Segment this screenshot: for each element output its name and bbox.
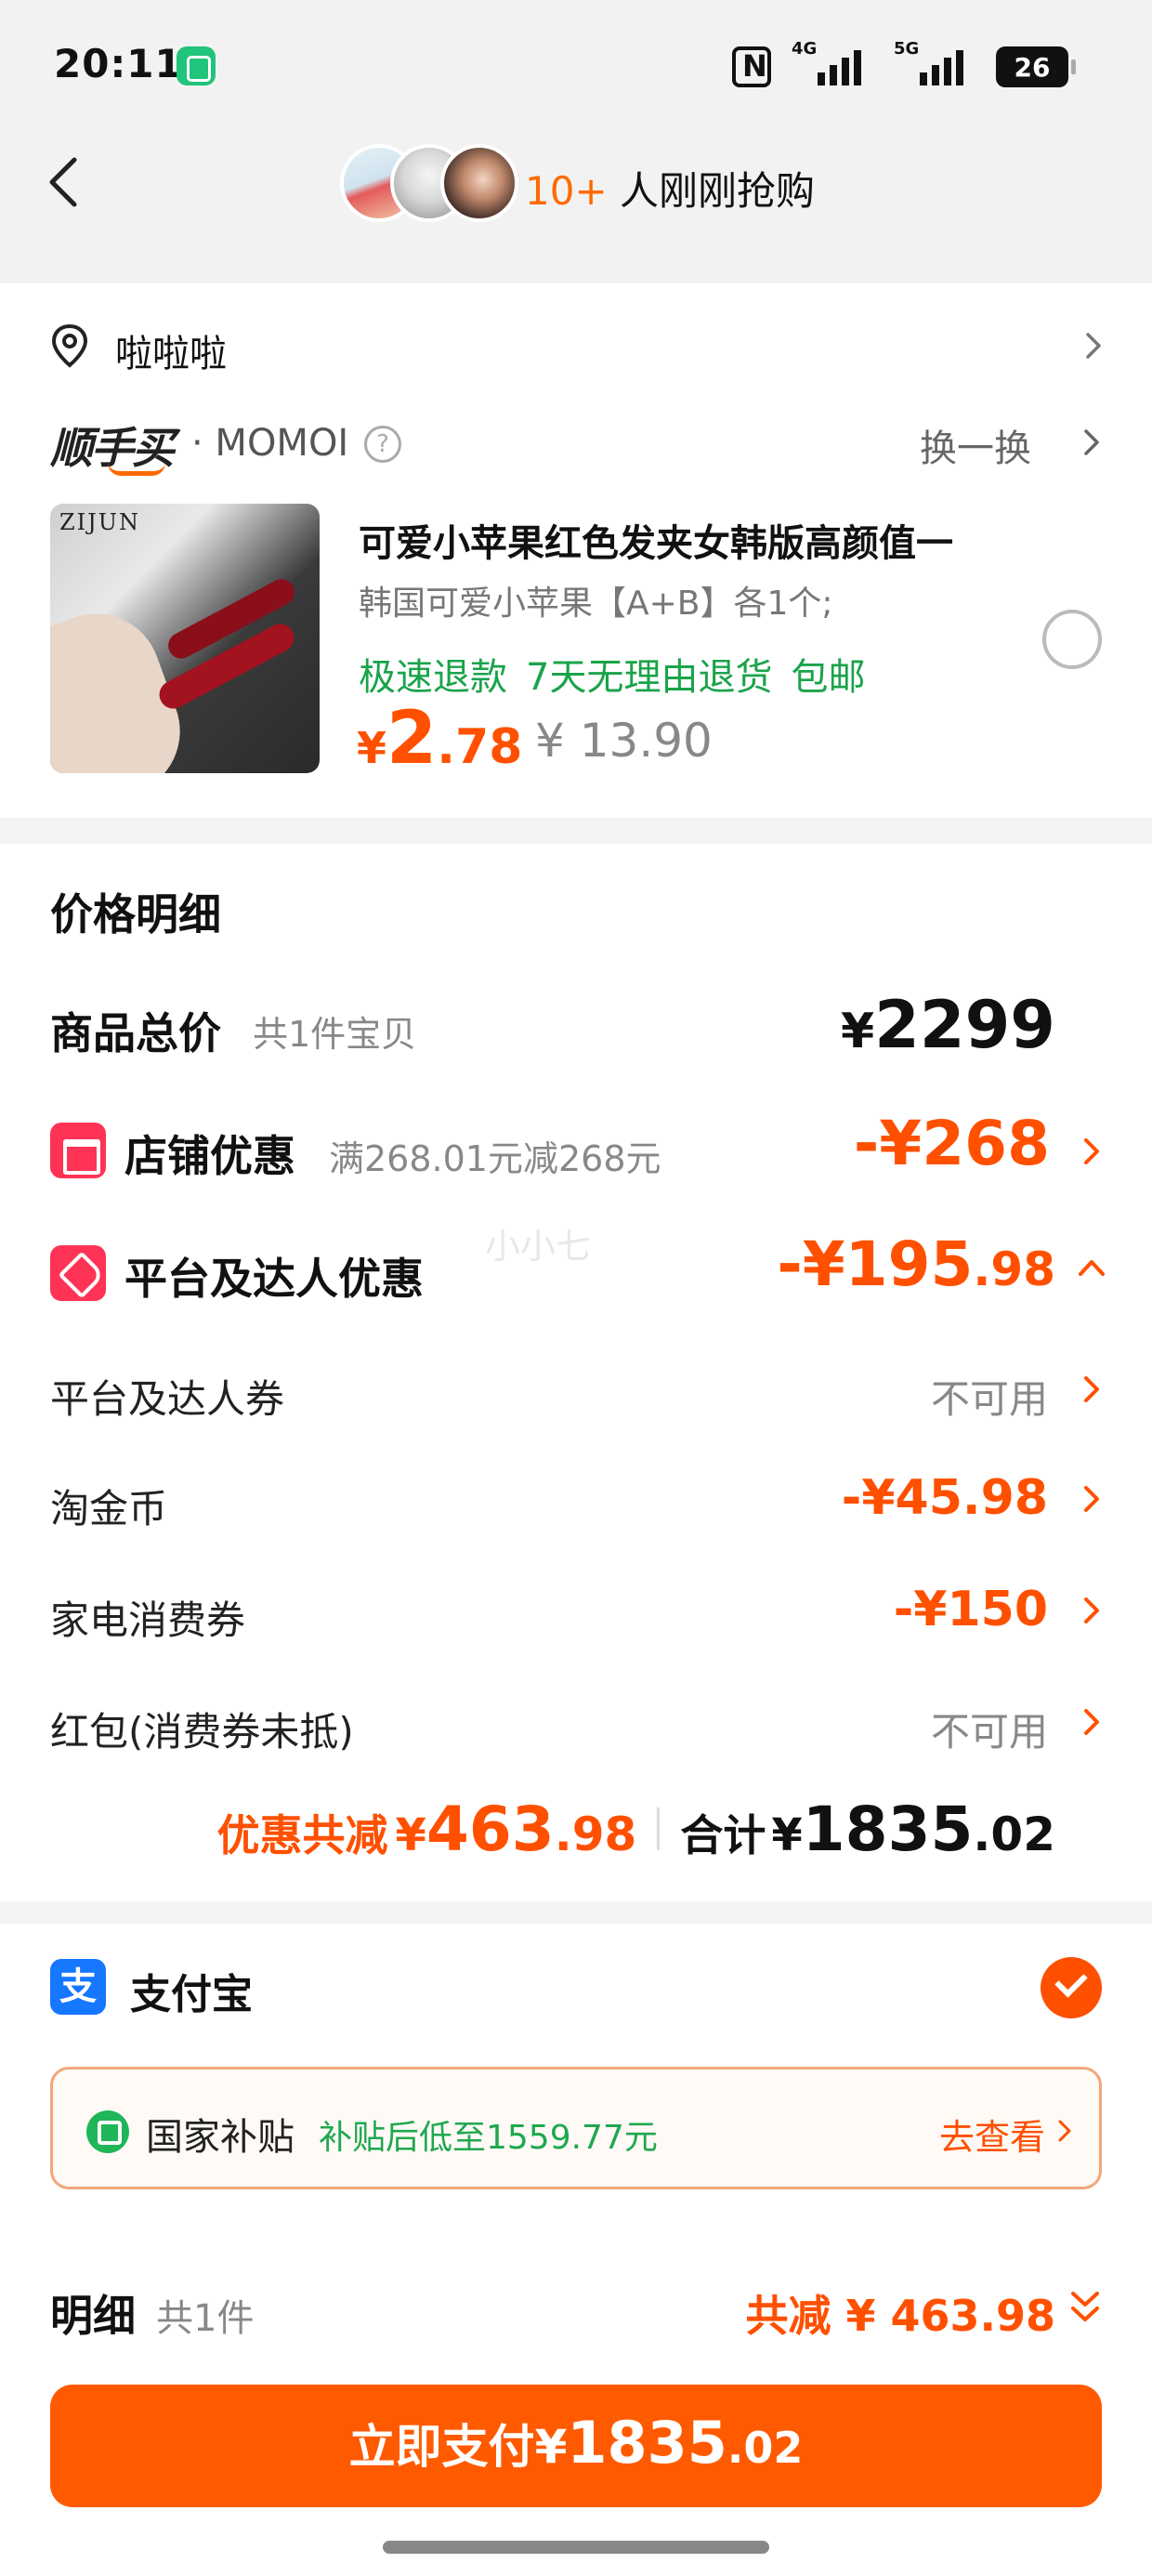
platform-discount-icon: [50, 1245, 106, 1301]
nfc-icon: [732, 46, 771, 87]
goods-total-sub: 共1件宝贝: [253, 1014, 417, 1055]
subsidy-view-link[interactable]: 去查看: [939, 2109, 1045, 2160]
product-price: ¥2.78: [357, 697, 523, 781]
network-label-4g: 4G: [792, 39, 818, 59]
platform-discount-label[interactable]: 平台及达人优惠: [124, 1245, 424, 1307]
subsidy-desc: 补贴后低至1559.77元: [319, 2119, 658, 2157]
shop-discount-chevron-icon[interactable]: [1081, 1136, 1102, 1167]
red-packet-chevron-icon[interactable]: [1081, 1706, 1102, 1738]
network-label-5g: 5G: [894, 39, 920, 59]
collapse-chevron-up-icon[interactable]: [1076, 1256, 1107, 1279]
product-image[interactable]: ZIJUN: [50, 504, 320, 773]
address-text[interactable]: 啦啦啦: [115, 323, 227, 377]
taojinbi-value[interactable]: -¥45.98: [842, 1470, 1048, 1526]
sum-label: 合计: [680, 1810, 766, 1860]
home-indicator[interactable]: [383, 2541, 769, 2554]
help-icon[interactable]: ?: [364, 426, 401, 463]
swap-chevron-icon[interactable]: [1081, 427, 1102, 457]
service-tag: 7天无理由退货: [526, 656, 773, 699]
pay-amount: 1835: [567, 2409, 727, 2477]
battery-icon: 26: [996, 46, 1076, 87]
appliance-coupon-value[interactable]: -¥150: [894, 1582, 1048, 1637]
shop-discount-label[interactable]: 店铺优惠: [124, 1123, 295, 1184]
location-pin-icon: [51, 323, 88, 368]
product-original-price: ¥ 13.90: [535, 714, 713, 768]
alipay-icon: 支: [50, 1959, 106, 2015]
signal-4g-icon: 4G: [792, 39, 873, 87]
subsidy-chevron-icon[interactable]: [1056, 2118, 1073, 2144]
discount-total-label: 优惠共减: [216, 1810, 388, 1860]
goods-total-label: 商品总价: [50, 1008, 221, 1058]
swap-button[interactable]: 换一换: [920, 418, 1031, 472]
recent-buyers-count: 10+: [525, 168, 608, 214]
address-chevron-icon[interactable]: [1083, 331, 1104, 361]
subsidy-icon: [86, 2110, 129, 2153]
taojinbi-label[interactable]: 淘金币: [50, 1478, 167, 1534]
pay-now-label: 立即支付: [348, 2420, 535, 2474]
platform-coupon-label[interactable]: 平台及达人券: [50, 1368, 284, 1425]
detail-sub: 共1件: [156, 2297, 255, 2340]
product-service-tags: 极速退款 7天无理由退货 包邮: [359, 647, 865, 701]
appliance-coupon-label[interactable]: 家电消费券: [50, 1589, 245, 1646]
goods-total-value: ¥2299: [840, 987, 1055, 1063]
detail-label[interactable]: 明细: [50, 2282, 136, 2344]
recent-buyers-label: 人刚刚抢购: [607, 168, 815, 214]
taojinbi-chevron-icon[interactable]: [1081, 1483, 1102, 1515]
back-arrow-icon[interactable]: [45, 156, 82, 208]
service-tag: 包邮: [791, 656, 866, 699]
red-packet-value[interactable]: 不可用: [931, 1701, 1048, 1757]
double-chevron-down-icon[interactable]: [1068, 2288, 1102, 2325]
status-icons: 4G 5G 26: [732, 39, 1076, 87]
discount-total-value: 463: [425, 1794, 555, 1865]
service-tag: 极速退款: [359, 656, 507, 699]
price-summary-line: 优惠共减 ¥ 463 .98 合计 ¥ 1835 .02: [216, 1794, 1055, 1865]
subsidy-title: 国家补贴: [146, 2116, 295, 2159]
shop-logo: 顺手买: [50, 414, 175, 476]
payment-method-label[interactable]: 支付宝: [130, 1961, 253, 2020]
detail-total-discount[interactable]: 共减 ¥ 463.98: [745, 2282, 1055, 2344]
signal-5g-icon: 5G: [894, 39, 975, 87]
appliance-coupon-chevron-icon[interactable]: [1081, 1595, 1102, 1626]
recent-buyers-text: 10+ 人刚刚抢购: [525, 160, 815, 217]
red-packet-label[interactable]: 红包(消费券未抵): [50, 1701, 354, 1757]
platform-discount-value[interactable]: -¥195.98: [777, 1229, 1055, 1300]
shop-discount-icon: [50, 1123, 106, 1178]
avatar: [440, 144, 518, 222]
product-title[interactable]: 可爱小苹果红色发夹女韩版高颜值一: [359, 513, 1028, 567]
watermark-text: 小小七: [485, 1226, 592, 1267]
buyer-avatars: [340, 144, 518, 222]
shop-discount-value[interactable]: -¥268: [854, 1108, 1050, 1179]
payment-selected-check-icon[interactable]: [1041, 1957, 1102, 2018]
sum-value: 1835: [802, 1794, 974, 1865]
product-image-brand: ZIJUN: [59, 509, 141, 535]
shop-name[interactable]: · MOMOI: [191, 422, 348, 465]
price-detail-title: 价格明细: [50, 889, 221, 940]
product-sku[interactable]: 韩国可爱小苹果【A+B】各1个;: [359, 576, 833, 624]
platform-coupon-chevron-icon[interactable]: [1081, 1373, 1102, 1405]
item-select-radio[interactable]: [1042, 610, 1102, 669]
platform-coupon-value[interactable]: 不可用: [931, 1368, 1048, 1425]
app-notification-icon: [177, 46, 216, 85]
pay-now-button[interactable]: 立即支付 ¥ 1835 .02: [50, 2385, 1102, 2507]
status-time: 20:11: [54, 41, 183, 86]
national-subsidy-banner[interactable]: 国家补贴 补贴后低至1559.77元 去查看: [50, 2067, 1102, 2189]
shop-discount-sub: 满268.01元减268元: [329, 1138, 661, 1179]
